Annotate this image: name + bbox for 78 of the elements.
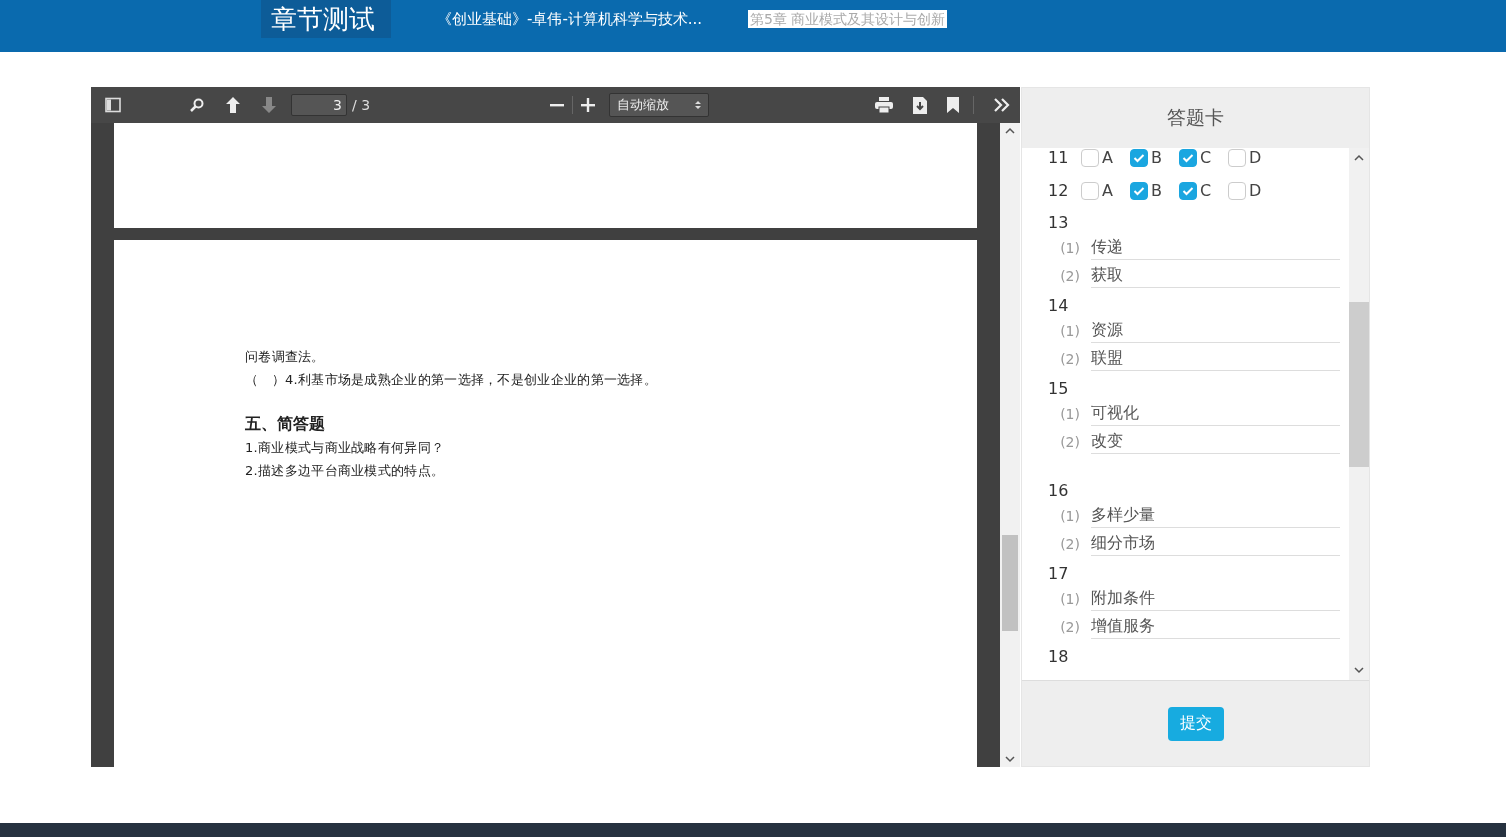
checkbox[interactable]	[1228, 181, 1246, 200]
answer-field[interactable]: 资源	[1091, 319, 1340, 343]
option-label: B	[1151, 148, 1162, 167]
blank-index: (2)	[1059, 619, 1080, 635]
print-icon[interactable]	[875, 97, 893, 113]
answer-field[interactable]: 增值服务	[1091, 615, 1340, 639]
check-icon	[1133, 152, 1145, 163]
option-label: B	[1151, 181, 1162, 200]
blank-index: (2)	[1059, 351, 1080, 367]
question-number: 13	[1048, 212, 1070, 234]
blank-index: (2)	[1059, 536, 1080, 552]
answer-field[interactable]: 获取	[1091, 264, 1340, 288]
answer-field[interactable]: 可视化	[1091, 402, 1340, 426]
blank-index: (1)	[1059, 406, 1080, 422]
blank-index: (1)	[1059, 323, 1080, 339]
check-icon	[1133, 185, 1145, 196]
checkbox[interactable]	[1228, 148, 1246, 167]
question-number: 14	[1048, 295, 1070, 317]
previous-page-icon[interactable]	[225, 96, 241, 114]
download-icon[interactable]	[913, 96, 927, 114]
scroll-thumb[interactable]	[1349, 302, 1369, 467]
section-heading: 五、简答题	[245, 413, 326, 435]
next-page-icon[interactable]	[261, 96, 277, 114]
document-line: 2.描述多边平台商业模式的特点。	[245, 462, 446, 480]
scrollbar[interactable]	[1000, 123, 1020, 767]
option-label: C	[1200, 181, 1212, 200]
question-number: 15	[1048, 378, 1070, 400]
question-number: 18	[1048, 646, 1070, 668]
checkbox[interactable]	[1130, 181, 1148, 200]
blank-index: (2)	[1059, 434, 1080, 450]
caret-icon	[695, 100, 702, 110]
option-label: A	[1102, 148, 1113, 167]
sidebar-toggle-icon[interactable]	[105, 97, 121, 113]
blank-index: (1)	[1059, 591, 1080, 607]
scrollbar[interactable]	[1349, 148, 1369, 680]
page-number-field[interactable]: 3	[291, 94, 347, 116]
answer-field[interactable]: 传递	[1091, 236, 1340, 260]
question-number: 16	[1048, 480, 1070, 502]
zoom-in-icon[interactable]	[581, 98, 596, 112]
option-label: A	[1102, 181, 1113, 200]
page-count: / 3	[352, 97, 371, 113]
answer-field[interactable]: 改变	[1091, 430, 1340, 454]
answer-field[interactable]: 附加条件	[1091, 587, 1340, 611]
option-label: D	[1249, 148, 1262, 167]
checkbox[interactable]	[1179, 148, 1197, 167]
scroll-down-icon[interactable]	[1005, 755, 1015, 763]
card-title: 答题卡	[1167, 105, 1224, 130]
scroll-up-icon[interactable]	[1005, 127, 1015, 135]
course-title: 《创业基础》-卓伟-计算机科学与技术...	[437, 9, 704, 29]
question-number: 11	[1048, 148, 1070, 167]
checkbox[interactable]	[1081, 148, 1099, 167]
document-line: 1.商业模式与商业战略有何异同？	[245, 439, 446, 457]
answer-field[interactable]: 联盟	[1091, 347, 1340, 371]
chapter-title: 第5章 商业模式及其设计与创新	[748, 10, 948, 28]
answer-field[interactable]: 细分市场	[1091, 532, 1340, 556]
option-label: D	[1249, 181, 1262, 200]
blank-index: (2)	[1059, 268, 1080, 284]
search-icon[interactable]	[189, 97, 205, 113]
scroll-up-icon[interactable]	[1354, 154, 1364, 162]
document-line: （ ）4.利基市场是成熟企业的第一选择，不是创业企业的第一选择。	[245, 371, 658, 389]
option-label: C	[1200, 148, 1212, 167]
question-number: 12	[1048, 181, 1070, 200]
checkbox[interactable]	[1179, 181, 1197, 200]
more-tools-icon[interactable]	[994, 98, 1010, 112]
checkbox[interactable]	[1081, 181, 1099, 200]
blank-index: (1)	[1059, 240, 1080, 256]
zoom-select[interactable]: 自动缩放	[609, 93, 710, 117]
answer-field[interactable]: 多样少量	[1091, 504, 1340, 528]
check-icon	[1182, 185, 1194, 196]
document-line: 问卷调查法。	[245, 348, 326, 366]
scroll-down-icon[interactable]	[1354, 666, 1364, 674]
blank-index: (1)	[1059, 508, 1080, 524]
scroll-thumb[interactable]	[1002, 535, 1018, 631]
checkbox[interactable]	[1130, 148, 1148, 167]
check-icon	[1182, 152, 1194, 163]
page-title: 章节测试	[261, 0, 391, 38]
bookmark-icon[interactable]	[947, 97, 959, 113]
question-number: 17	[1048, 563, 1070, 585]
